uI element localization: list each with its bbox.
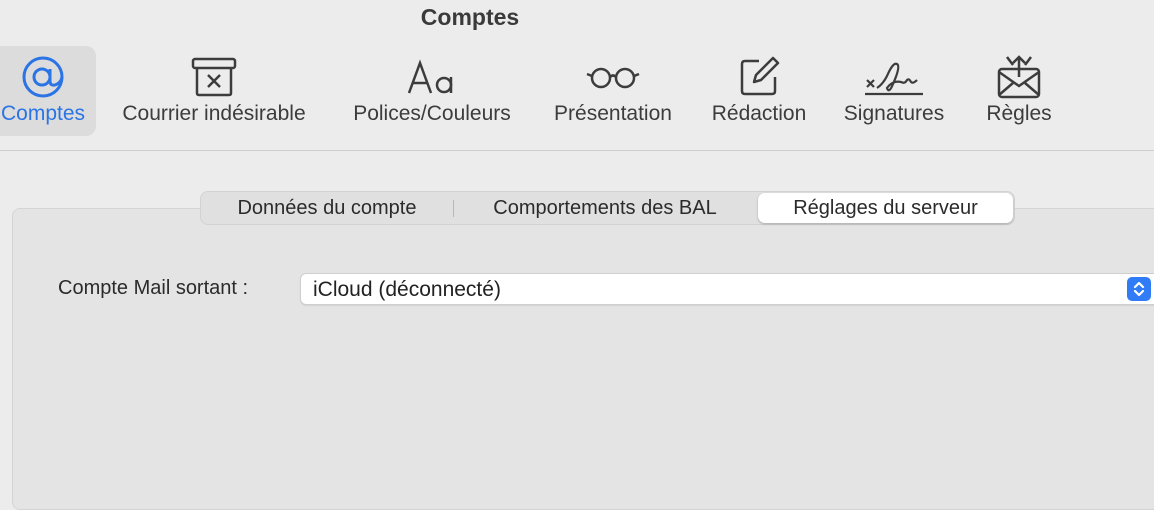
- toolbar-item-label: Polices/Couleurs: [353, 102, 511, 125]
- tab-bar: Données du compte Comportements des BAL …: [200, 191, 1015, 225]
- outgoing-account-value: iCloud (déconnecté): [313, 278, 501, 301]
- toolbar-item-label: Signatures: [843, 102, 945, 125]
- toolbar-item-redaction[interactable]: Rédaction: [700, 46, 818, 136]
- font-aa-icon: [338, 52, 526, 102]
- at-sign-icon: [0, 52, 96, 102]
- chevron-up-down-icon: [1127, 277, 1151, 301]
- toolbar-item-label: Rédaction: [711, 102, 807, 125]
- toolbar-item-presentation[interactable]: Présentation: [542, 46, 684, 136]
- toolbar-item-polices-couleurs[interactable]: Polices/Couleurs: [338, 46, 526, 136]
- toolbar-item-signatures[interactable]: Signatures: [832, 46, 956, 136]
- tab-reglages-du-serveur[interactable]: Réglages du serveur: [758, 193, 1013, 223]
- window-title: Comptes: [420, 4, 520, 30]
- toolbar-item-comptes[interactable]: Comptes: [0, 46, 96, 136]
- settings-panel: [12, 208, 1154, 510]
- toolbar-item-label: Comptes: [0, 102, 86, 125]
- toolbar-item-label: Règles: [986, 102, 1052, 125]
- toolbar-item-label: Courrier indésirable: [122, 102, 306, 125]
- toolbar-item-regles[interactable]: Règles: [970, 46, 1068, 136]
- toolbar-divider: [0, 150, 1154, 151]
- glasses-icon: [542, 52, 684, 102]
- outgoing-account-popup[interactable]: iCloud (déconnecté): [300, 273, 1154, 305]
- junk-bin-icon: [106, 52, 322, 102]
- rules-envelope-icon: [970, 52, 1068, 102]
- tab-donnees-du-compte[interactable]: Données du compte: [201, 192, 453, 224]
- preferences-toolbar: Comptes Courrier indésirable Polices/Cou…: [0, 46, 1154, 136]
- toolbar-item-courrier-indesirable[interactable]: Courrier indésirable: [106, 46, 322, 136]
- toolbar-item-label: Présentation: [554, 102, 672, 125]
- compose-icon: [700, 52, 818, 102]
- tab-comportements-des-bal[interactable]: Comportements des BAL: [454, 192, 756, 224]
- signature-icon: [832, 52, 956, 102]
- outgoing-account-label: Compte Mail sortant :: [58, 277, 249, 299]
